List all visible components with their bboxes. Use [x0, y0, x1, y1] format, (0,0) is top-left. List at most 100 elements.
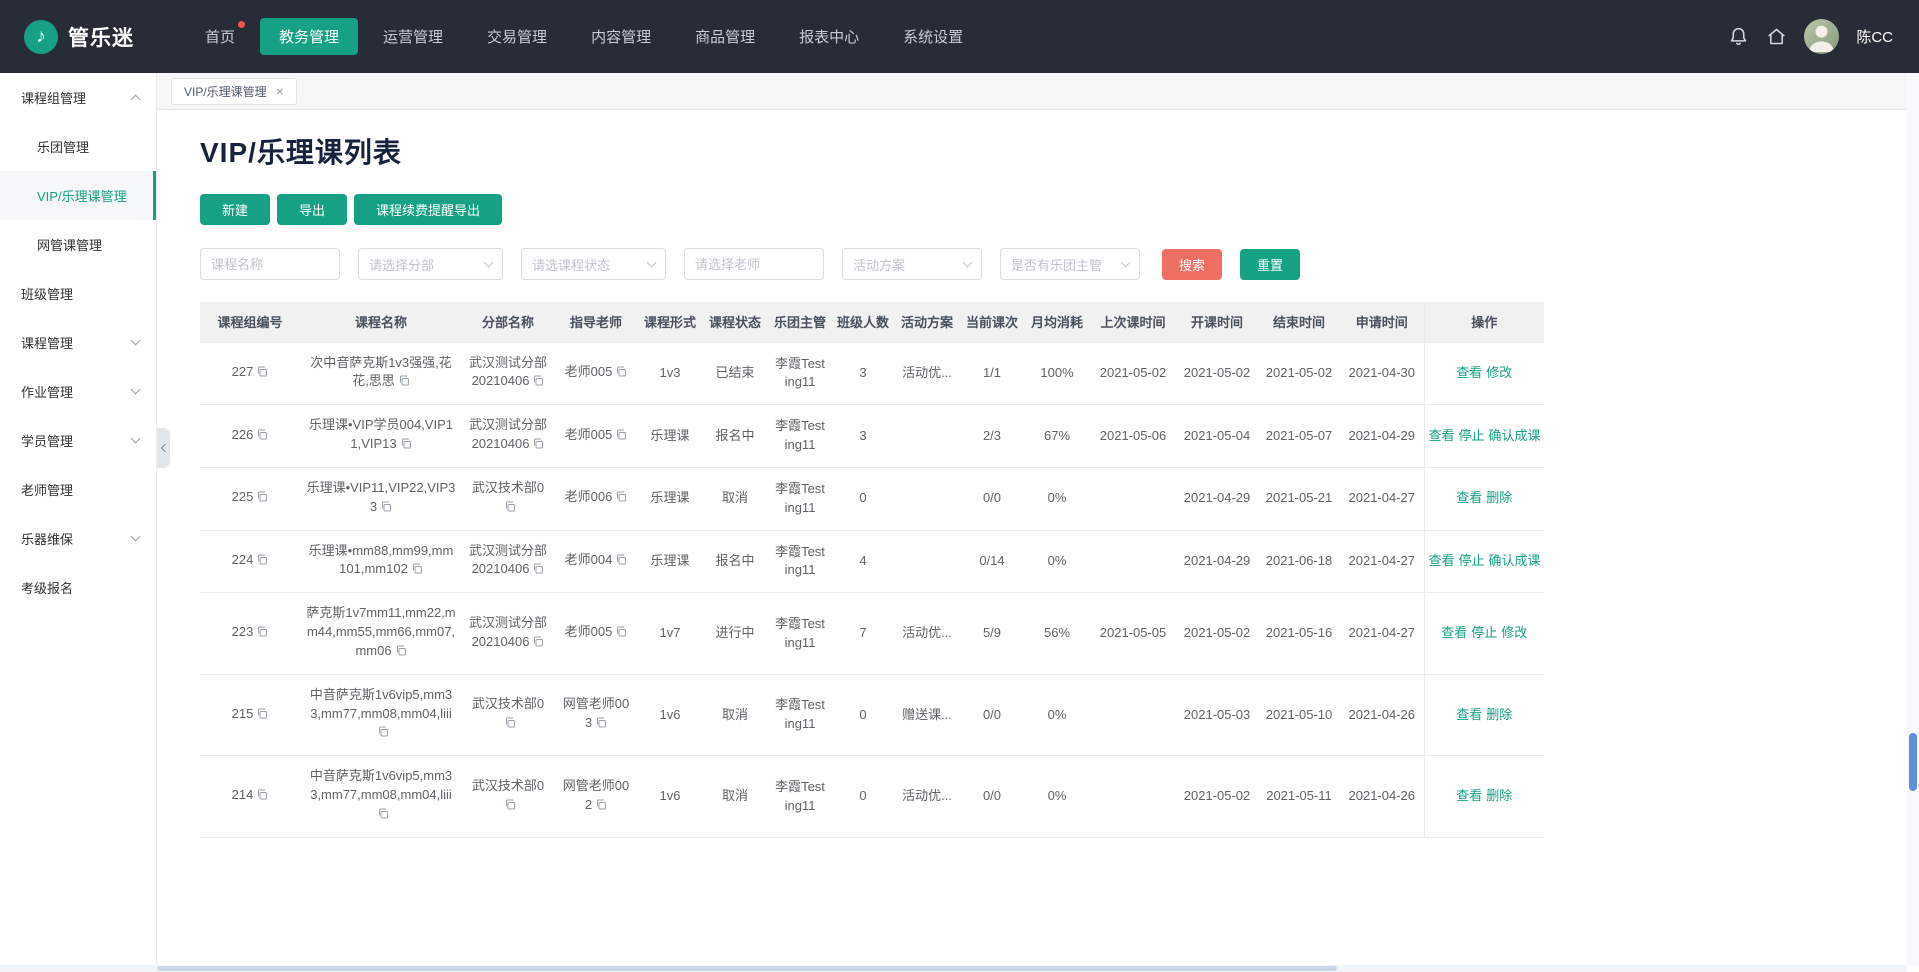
view-link[interactable]: 查看	[1456, 788, 1482, 803]
reset-button[interactable]: 重置	[1240, 249, 1300, 280]
stop-link[interactable]: 停止	[1459, 428, 1485, 443]
copy-icon[interactable]	[256, 788, 268, 807]
edit-link[interactable]: 修改	[1501, 625, 1527, 640]
nav-item-operation-mgmt[interactable]: 运营管理	[364, 18, 462, 55]
sidebar-item-course-mgmt[interactable]: 课程管理	[0, 318, 156, 367]
copy-icon[interactable]	[615, 365, 627, 384]
copy-icon[interactable]	[504, 500, 516, 519]
sidebar-item-vip-course-mgmt[interactable]: VIP/乐理课管理	[0, 171, 156, 220]
vertical-scrollbar[interactable]	[1907, 73, 1919, 965]
user-avatar[interactable]	[1804, 19, 1839, 54]
view-link[interactable]: 查看	[1456, 365, 1482, 380]
tab-vip-course-mgmt[interactable]: VIP/乐理课管理 ×	[171, 78, 297, 105]
sidebar-item-online-course-mgmt[interactable]: 网管课管理	[0, 220, 156, 269]
view-link[interactable]: 查看	[1456, 490, 1482, 505]
copy-icon[interactable]	[377, 807, 389, 826]
copy-icon[interactable]	[256, 625, 268, 644]
copy-icon[interactable]	[532, 635, 544, 654]
horizontal-scrollbar-thumb[interactable]	[157, 966, 1337, 971]
teacher-name-cell: 网管老师002	[554, 756, 638, 838]
chevron-down-icon	[647, 257, 657, 267]
copy-icon[interactable]	[504, 798, 516, 817]
search-button[interactable]: 搜索	[1162, 249, 1222, 280]
course-status-filter-select[interactable]: 请选课程状态	[521, 248, 666, 280]
copy-icon[interactable]	[395, 644, 407, 663]
delete-link[interactable]: 删除	[1486, 788, 1512, 803]
sidebar-item-instrument-maintenance[interactable]: 乐器维保	[0, 514, 156, 563]
band-manager-cell: 李霞Testing11	[768, 674, 832, 756]
toolbar: 新建 导出 课程续费提醒导出	[200, 194, 1919, 225]
nav-item-product-mgmt[interactable]: 商品管理	[676, 18, 774, 55]
activity-plan-filter-select[interactable]: 活动方案	[842, 248, 982, 280]
nav-item-report-center[interactable]: 报表中心	[780, 18, 878, 55]
username[interactable]: 陈CC	[1856, 26, 1893, 47]
course-group-id: 226	[232, 427, 254, 442]
end-time-cell: 2021-06-18	[1258, 530, 1340, 593]
copy-icon[interactable]	[256, 365, 268, 384]
copy-icon[interactable]	[504, 716, 516, 735]
sidebar-item-teacher-mgmt[interactable]: 老师管理	[0, 465, 156, 514]
sidebar-collapse-handle[interactable]	[157, 428, 170, 468]
stop-link[interactable]: 停止	[1471, 625, 1497, 640]
copy-icon[interactable]	[377, 725, 389, 744]
course-table-wrap: 课程组编号课程名称分部名称指导老师课程形式课程状态乐团主管班级人数活动方案当前课…	[200, 302, 1544, 838]
copy-icon[interactable]	[615, 428, 627, 447]
filter-bar: 请选择分部 请选课程状态 活动方案 是否有乐团主管 搜索 重置	[200, 248, 1919, 280]
create-button[interactable]: 新建	[200, 194, 270, 225]
copy-icon[interactable]	[532, 437, 544, 456]
nav-item-trade-mgmt[interactable]: 交易管理	[468, 18, 566, 55]
sidebar-item-exam-registration[interactable]: 考级报名	[0, 563, 156, 612]
sidebar-item-student-mgmt[interactable]: 学员管理	[0, 416, 156, 465]
nav-item-academic-mgmt[interactable]: 教务管理	[260, 18, 358, 55]
vertical-scrollbar-thumb[interactable]	[1909, 733, 1917, 791]
nav-item-content-mgmt[interactable]: 内容管理	[572, 18, 670, 55]
bell-icon[interactable]	[1728, 26, 1749, 47]
nav-item-home[interactable]: 首页	[186, 18, 254, 55]
teacher-filter-input[interactable]	[684, 248, 824, 280]
copy-icon[interactable]	[256, 707, 268, 726]
delete-link[interactable]: 删除	[1486, 707, 1512, 722]
export-button[interactable]: 导出	[277, 194, 347, 225]
copy-icon[interactable]	[532, 562, 544, 581]
confirm-course-link[interactable]: 确认成课	[1489, 428, 1541, 443]
current-lesson: 0/14	[979, 553, 1004, 568]
copy-icon[interactable]	[411, 562, 423, 581]
copy-icon[interactable]	[398, 374, 410, 393]
band-manager-filter-select[interactable]: 是否有乐团主管	[1000, 248, 1140, 280]
copy-icon[interactable]	[532, 374, 544, 393]
sidebar-item-homework-mgmt[interactable]: 作业管理	[0, 367, 156, 416]
branch-filter-select[interactable]: 请选择分部	[358, 248, 503, 280]
course-group-id-cell: 214	[200, 756, 300, 838]
column-header: 课程名称	[300, 302, 462, 342]
copy-icon[interactable]	[595, 716, 607, 735]
copy-icon[interactable]	[256, 490, 268, 509]
edit-link[interactable]: 修改	[1486, 365, 1512, 380]
sidebar-item-band-mgmt[interactable]: 乐团管理	[0, 122, 156, 171]
sidebar-item-class-mgmt[interactable]: 班级管理	[0, 269, 156, 318]
close-icon[interactable]: ×	[276, 84, 284, 98]
copy-icon[interactable]	[615, 553, 627, 572]
copy-icon[interactable]	[256, 553, 268, 572]
horizontal-scrollbar[interactable]	[0, 965, 1907, 972]
course-group-id: 223	[232, 624, 254, 639]
home-icon[interactable]	[1766, 26, 1787, 47]
copy-icon[interactable]	[380, 500, 392, 519]
view-link[interactable]: 查看	[1441, 625, 1467, 640]
nav-item-system-settings[interactable]: 系统设置	[884, 18, 982, 55]
delete-link[interactable]: 删除	[1486, 490, 1512, 505]
stop-link[interactable]: 停止	[1459, 553, 1485, 568]
renewal-reminder-export-button[interactable]: 课程续费提醒导出	[354, 194, 502, 225]
view-link[interactable]: 查看	[1429, 428, 1455, 443]
view-link[interactable]: 查看	[1429, 553, 1455, 568]
view-link[interactable]: 查看	[1456, 707, 1482, 722]
copy-icon[interactable]	[400, 437, 412, 456]
copy-icon[interactable]	[595, 798, 607, 817]
course-name-filter-input[interactable]	[200, 248, 340, 280]
copy-icon[interactable]	[256, 428, 268, 447]
course-form-cell: 乐理课	[638, 467, 702, 530]
sidebar-item-course-group-mgmt[interactable]: 课程组管理	[0, 73, 156, 122]
confirm-course-link[interactable]: 确认成课	[1489, 553, 1541, 568]
copy-icon[interactable]	[615, 490, 627, 509]
copy-icon[interactable]	[615, 625, 627, 644]
actions-cell: 查看停止确认成课	[1424, 405, 1544, 468]
